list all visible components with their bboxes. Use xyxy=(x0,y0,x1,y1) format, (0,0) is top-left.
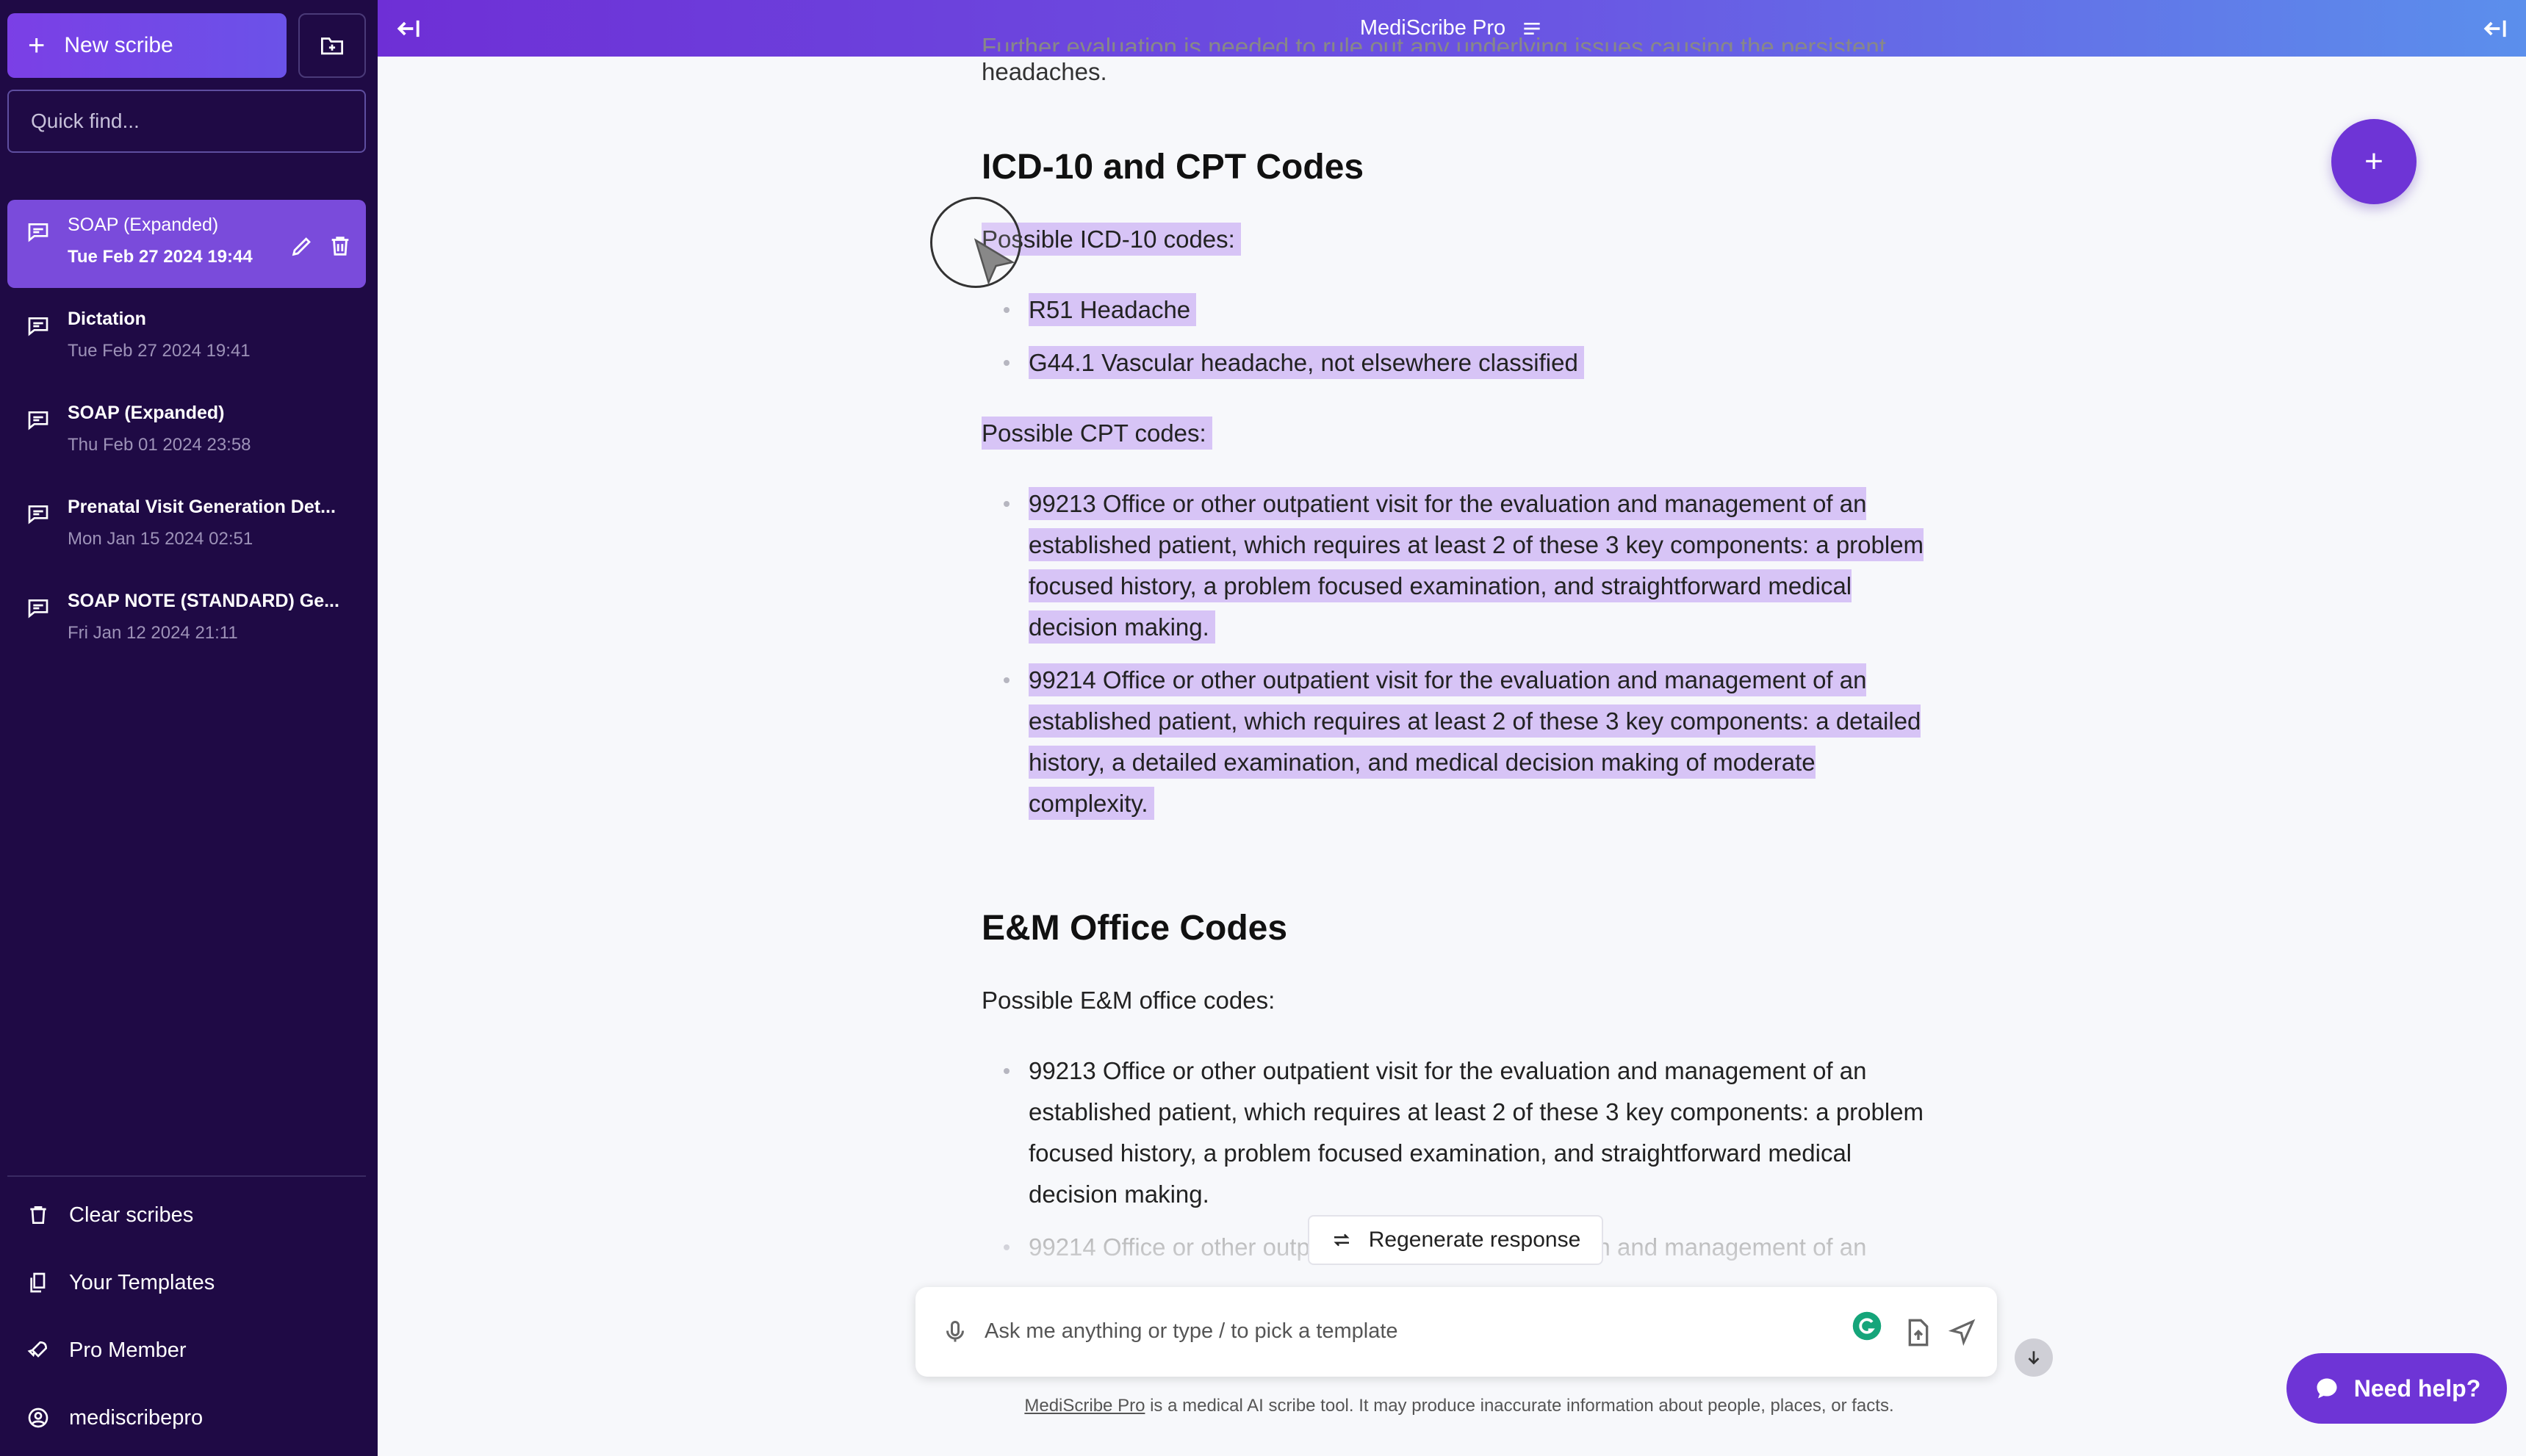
scribe-date: Tue Feb 27 2024 19:41 xyxy=(68,341,251,361)
collapse-panel-icon[interactable] xyxy=(2480,15,2510,43)
scribe-title: Prenatal Visit Generation Det... xyxy=(68,497,336,517)
list-item: 99214 Office or other outpatient visit f… xyxy=(1004,660,1937,824)
cursor-arrow-icon xyxy=(974,238,1015,286)
disclaimer-link[interactable]: MediScribe Pro xyxy=(1024,1396,1145,1416)
username-label: mediscribepro xyxy=(69,1405,204,1430)
microphone-icon[interactable] xyxy=(942,1318,968,1346)
user-icon xyxy=(28,1408,48,1428)
scribe-date: Thu Feb 01 2024 23:58 xyxy=(68,435,251,455)
quick-find-input[interactable] xyxy=(7,90,366,153)
scribe-date: Mon Jan 15 2024 02:51 xyxy=(68,529,253,549)
scribe-title: SOAP (Expanded) xyxy=(68,403,225,423)
send-icon[interactable] xyxy=(1949,1318,1976,1346)
list-item: 99213 Office or other outpatient visit f… xyxy=(1004,483,1937,648)
new-scribe-button[interactable]: + New scribe xyxy=(7,13,287,78)
regenerate-label: Regenerate response xyxy=(1368,1228,1581,1252)
list-item: 99213 Office or other outpatient visit f… xyxy=(1004,1050,1937,1215)
edit-icon[interactable] xyxy=(289,234,314,259)
scribe-item[interactable]: SOAP (Expanded) Thu Feb 01 2024 23:58 xyxy=(7,388,366,476)
sidebar: + New scribe SOAP (Expanded) Tue Feb 27 … xyxy=(0,0,378,1456)
chat-icon xyxy=(28,317,48,336)
list-item: R51 Headache xyxy=(1004,289,1937,331)
pro-member-button[interactable]: Pro Member xyxy=(7,1316,366,1384)
section-heading-icd-cpt: ICD-10 and CPT Codes xyxy=(982,148,1364,187)
chat-input[interactable] xyxy=(985,1309,1793,1353)
chat-icon xyxy=(28,505,48,525)
plus-icon: + xyxy=(2364,143,2383,179)
cpt-code-list: 99213 Office or other outpatient visit f… xyxy=(982,483,1937,824)
chat-bubble-icon xyxy=(2317,1378,2337,1399)
scribe-item[interactable]: Prenatal Visit Generation Det... Mon Jan… xyxy=(7,482,366,570)
list-item: G44.1 Vascular headache, not elsewhere c… xyxy=(1004,342,1937,383)
intro-text: headaches. xyxy=(982,58,1107,85)
chat-icon xyxy=(28,411,48,430)
em-label: Possible E&M office codes: xyxy=(982,987,1275,1014)
clear-scribes-button[interactable]: Clear scribes xyxy=(7,1181,366,1249)
trash-icon xyxy=(30,1206,46,1224)
collapse-sidebar-icon[interactable] xyxy=(394,15,423,43)
scroll-down-button[interactable] xyxy=(2015,1338,2053,1377)
user-account-button[interactable]: mediscribepro xyxy=(7,1384,366,1452)
intro-text-cut: Further evaluation is needed to rule out… xyxy=(982,33,1886,51)
need-help-button[interactable]: Need help? xyxy=(2286,1353,2507,1424)
section-heading-em: E&M Office Codes xyxy=(982,909,1288,948)
chat-icon xyxy=(28,599,48,619)
need-help-label: Need help? xyxy=(2353,1374,2481,1402)
scribe-title: SOAP (Expanded) xyxy=(68,215,219,235)
sidebar-bottom-menu: Clear scribes Your Templates Pro Member … xyxy=(7,1181,366,1452)
your-templates-button[interactable]: Your Templates xyxy=(7,1249,366,1316)
add-fab-button[interactable]: + xyxy=(2331,119,2417,204)
grammarly-icon[interactable] xyxy=(1852,1311,1882,1341)
scribe-date: Fri Jan 12 2024 21:11 xyxy=(68,623,238,643)
upload-file-icon[interactable] xyxy=(1906,1318,1931,1347)
plus-icon: + xyxy=(28,29,46,62)
scribe-list: SOAP (Expanded) Tue Feb 27 2024 19:44 Di… xyxy=(7,200,366,670)
trash-icon[interactable] xyxy=(328,234,353,259)
refresh-icon xyxy=(1334,1233,1350,1247)
sidebar-divider xyxy=(7,1175,366,1177)
scribe-item[interactable]: SOAP (Expanded) Tue Feb 27 2024 19:44 xyxy=(7,200,366,288)
scribe-title: SOAP NOTE (STANDARD) Ge... xyxy=(68,591,339,611)
cpt-label: Possible CPT codes: xyxy=(982,417,1212,450)
disclaimer: MediScribe Pro is a medical AI scribe to… xyxy=(982,1396,1937,1416)
scribe-date: Tue Feb 27 2024 19:44 xyxy=(68,247,253,267)
regenerate-response-button[interactable]: Regenerate response xyxy=(1308,1215,1603,1265)
document-content: Further evaluation is needed to rule out… xyxy=(982,29,1937,1268)
icd-code-list: R51 Headache G44.1 Vascular headache, no… xyxy=(982,289,1937,383)
new-folder-button[interactable] xyxy=(298,13,366,78)
clear-scribes-label: Clear scribes xyxy=(69,1203,194,1227)
chat-input-bar xyxy=(915,1287,1997,1377)
templates-icon xyxy=(30,1272,46,1293)
arrow-down-icon xyxy=(2028,1351,2040,1365)
rocket-icon xyxy=(27,1341,48,1358)
scribe-item[interactable]: Dictation Tue Feb 27 2024 19:41 xyxy=(7,294,366,382)
pro-member-label: Pro Member xyxy=(69,1338,187,1362)
chat-icon xyxy=(28,223,48,242)
scribe-title: Dictation xyxy=(68,309,146,329)
new-scribe-label: New scribe xyxy=(64,33,173,57)
disclaimer-text: is a medical AI scribe tool. It may prod… xyxy=(1145,1396,1894,1416)
folder-plus-icon xyxy=(321,37,343,55)
your-templates-label: Your Templates xyxy=(69,1270,215,1294)
scribe-item[interactable]: SOAP NOTE (STANDARD) Ge... Fri Jan 12 20… xyxy=(7,576,366,664)
